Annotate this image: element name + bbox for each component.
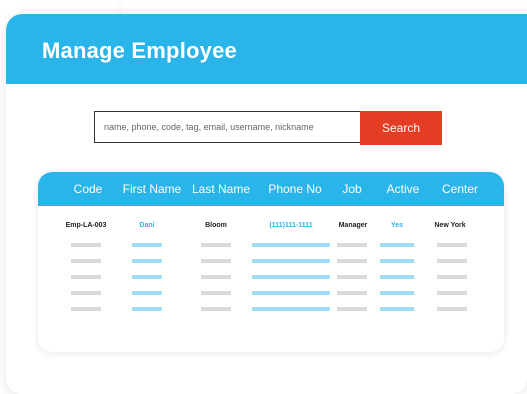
placeholder-bar bbox=[252, 307, 330, 311]
placeholder-bar bbox=[201, 243, 231, 247]
placeholder-bar bbox=[201, 307, 231, 311]
cell-code: Emp-LA-003 bbox=[65, 222, 107, 229]
cell-center: New York bbox=[434, 222, 466, 229]
placeholder-bar bbox=[252, 259, 330, 263]
placeholder-bar bbox=[337, 307, 367, 311]
placeholder-bar bbox=[380, 291, 414, 295]
cell-job: Manager bbox=[338, 222, 368, 229]
cell-last-name: Bloom bbox=[205, 222, 227, 229]
placeholder-bar bbox=[437, 259, 467, 263]
page-title: Manage Employee bbox=[42, 38, 237, 63]
search-bar: Search bbox=[94, 111, 442, 145]
search-input[interactable] bbox=[94, 111, 360, 143]
placeholder-bar bbox=[337, 291, 367, 295]
placeholder-bar bbox=[337, 243, 367, 247]
column-header-first-name[interactable]: First Name bbox=[123, 172, 182, 206]
table-header: Code First Name Last Name Phone No Job A… bbox=[38, 172, 504, 206]
cell-active: Yes bbox=[390, 222, 404, 229]
column-header-job[interactable]: Job bbox=[342, 172, 361, 206]
placeholder-bar bbox=[337, 275, 367, 279]
placeholder-bar bbox=[337, 259, 367, 263]
placeholder-bar bbox=[201, 291, 231, 295]
placeholder-bar bbox=[437, 307, 467, 311]
column-header-phone-no[interactable]: Phone No bbox=[268, 172, 321, 206]
placeholder-bar bbox=[201, 259, 231, 263]
placeholder-bar bbox=[437, 275, 467, 279]
placeholder-bar bbox=[71, 275, 101, 279]
manage-employee-panel: Manage Employee Search Code First Name L… bbox=[6, 14, 527, 394]
placeholder-bar bbox=[132, 243, 162, 247]
column-header-code[interactable]: Code bbox=[74, 172, 103, 206]
column-header-center[interactable]: Center bbox=[442, 172, 478, 206]
placeholder-bar bbox=[201, 275, 231, 279]
placeholder-bar bbox=[71, 291, 101, 295]
placeholder-bar bbox=[132, 275, 162, 279]
placeholder-bar bbox=[71, 243, 101, 247]
placeholder-bar bbox=[437, 291, 467, 295]
search-button[interactable]: Search bbox=[360, 111, 442, 145]
column-header-active[interactable]: Active bbox=[387, 172, 420, 206]
cell-first-name: Dani bbox=[139, 222, 155, 229]
placeholder-bar bbox=[380, 259, 414, 263]
column-header-last-name[interactable]: Last Name bbox=[192, 172, 250, 206]
placeholder-bar bbox=[437, 243, 467, 247]
placeholder-bar bbox=[380, 243, 414, 247]
employee-table: Code First Name Last Name Phone No Job A… bbox=[38, 172, 504, 352]
placeholder-bar bbox=[380, 307, 414, 311]
placeholder-bar bbox=[132, 291, 162, 295]
placeholder-bar bbox=[71, 259, 101, 263]
placeholder-bar bbox=[132, 307, 162, 311]
placeholder-bar bbox=[252, 291, 330, 295]
placeholder-bar bbox=[132, 259, 162, 263]
panel-header: Manage Employee bbox=[6, 14, 527, 84]
cell-phone-no: (111)111-1111 bbox=[269, 222, 313, 229]
placeholder-bar bbox=[252, 275, 330, 279]
placeholder-bar bbox=[380, 275, 414, 279]
placeholder-bar bbox=[252, 243, 330, 247]
placeholder-bar bbox=[71, 307, 101, 311]
